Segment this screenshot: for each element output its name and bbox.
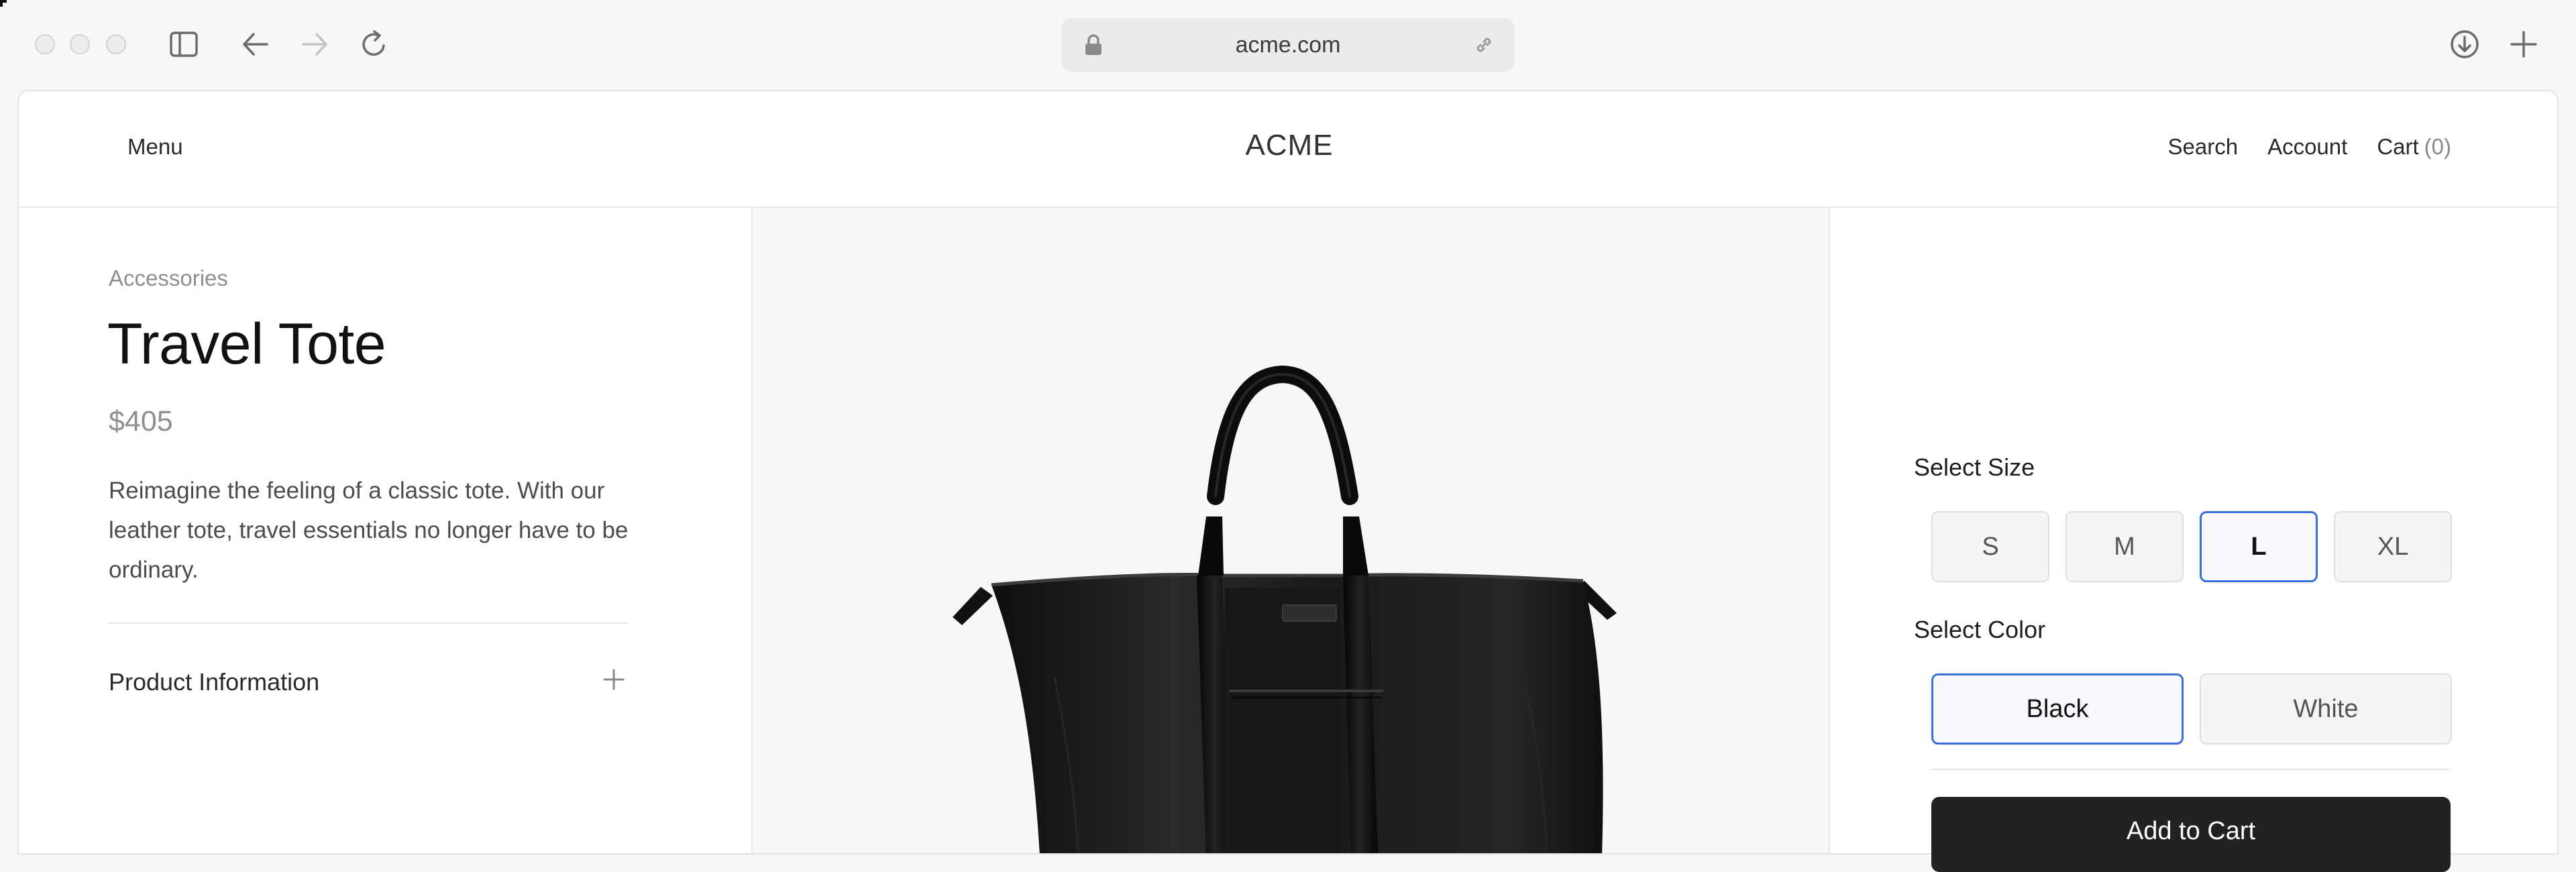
- product-image-panel: [751, 208, 1830, 853]
- zoom-window-button[interactable]: [106, 34, 126, 54]
- product-information-toggle[interactable]: Product Information: [109, 668, 319, 696]
- plus-icon[interactable]: [597, 663, 631, 696]
- cart-count: (0): [2424, 134, 2451, 159]
- search-link[interactable]: Search: [2168, 134, 2239, 160]
- reload-icon[interactable]: [354, 24, 394, 64]
- download-icon[interactable]: [2445, 24, 2485, 64]
- browser-toolbar: acme.com: [0, 0, 2576, 90]
- close-window-button[interactable]: [35, 34, 55, 54]
- new-tab-plus-icon[interactable]: [2504, 24, 2544, 64]
- size-option-l[interactable]: L: [2200, 511, 2318, 582]
- divider: [1931, 769, 2451, 770]
- size-option-s[interactable]: S: [1931, 511, 2049, 582]
- product-title: Travel Tote: [107, 312, 386, 376]
- minimize-window-button[interactable]: [70, 34, 90, 54]
- select-size-label: Select Size: [1914, 453, 2035, 481]
- account-link[interactable]: Account: [2267, 134, 2347, 160]
- link-icon[interactable]: [1470, 32, 1497, 58]
- cart-link[interactable]: Cart (0): [2377, 134, 2451, 160]
- corner-mark: [0, 0, 7, 7]
- size-option-m[interactable]: M: [2065, 511, 2184, 582]
- divider: [109, 622, 628, 624]
- size-option-xl[interactable]: XL: [2334, 511, 2452, 582]
- product-category[interactable]: Accessories: [109, 266, 228, 291]
- product-description: Reimagine the feeling of a classic tote.…: [109, 478, 629, 583]
- cart-label: Cart: [2377, 134, 2419, 159]
- color-option-white[interactable]: White: [2200, 673, 2452, 745]
- color-option-black[interactable]: Black: [1931, 673, 2184, 745]
- add-to-cart-button[interactable]: Add to Cart: [1931, 797, 2451, 872]
- back-arrow-icon[interactable]: [235, 24, 275, 64]
- address-bar[interactable]: acme.com: [1061, 18, 1515, 72]
- forward-arrow-icon[interactable]: [295, 24, 335, 64]
- site-navbar: Menu ACME Search Account Cart (0): [19, 91, 2557, 208]
- select-color-label: Select Color: [1914, 616, 2046, 643]
- url-text: acme.com: [1235, 32, 1341, 58]
- sidebar-icon[interactable]: [164, 24, 204, 64]
- product-price: $405: [109, 405, 173, 437]
- tote-bag-image: [953, 365, 1617, 853]
- nav-actions: Search Account Cart (0): [2168, 134, 2452, 160]
